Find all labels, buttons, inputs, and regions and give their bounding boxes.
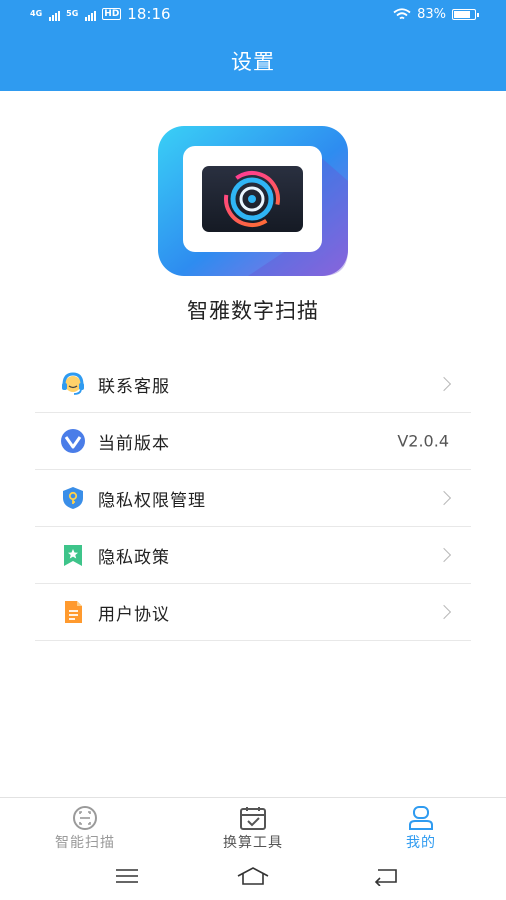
profile-icon: [409, 806, 433, 830]
version-icon: [60, 428, 86, 454]
tab-conversion-tool[interactable]: 换算工具: [193, 806, 313, 852]
wifi-icon: [393, 8, 411, 20]
menu-label: 用户协议: [98, 604, 170, 625]
document-icon: [60, 599, 86, 625]
menu-label: 当前版本: [98, 433, 170, 454]
version-value: V2.0.4: [397, 431, 449, 451]
privacy-shield-icon: [60, 485, 86, 511]
menu-item-version[interactable]: 当前版本 V2.0.4: [35, 413, 471, 470]
chevron-right-icon: [436, 604, 452, 620]
signal-icon: [49, 7, 61, 21]
page-title: 设置: [231, 50, 275, 74]
chevron-right-icon: [436, 490, 452, 506]
tab-mine[interactable]: 我的: [361, 806, 481, 852]
tab-label: 智能扫描: [55, 835, 115, 851]
chevron-right-icon: [436, 376, 452, 392]
tab-smart-scan[interactable]: 智能扫描: [25, 806, 145, 852]
home-icon[interactable]: [236, 866, 270, 886]
menu-label: 隐私权限管理: [98, 490, 206, 511]
network-5g-label: 5G: [66, 9, 79, 18]
menu-item-privacy-permissions[interactable]: 隐私权限管理: [35, 470, 471, 527]
battery-icon: [452, 9, 479, 20]
menu-item-privacy-policy[interactable]: 隐私政策: [35, 527, 471, 584]
settings-menu: 联系客服 当前版本 V2.0.4 隐私权限管理 隐私政策 用户协议: [35, 356, 471, 641]
battery-percent: 83%: [417, 7, 446, 22]
hd-badge: HD: [102, 8, 122, 20]
title-bar: 设置: [0, 32, 506, 91]
customer-service-icon: [60, 371, 86, 397]
chevron-right-icon: [436, 547, 452, 563]
menu-icon[interactable]: [114, 866, 140, 886]
network-4g-label: 4G: [30, 9, 43, 18]
menu-label: 联系客服: [98, 376, 170, 397]
menu-item-user-agreement[interactable]: 用户协议: [35, 584, 471, 641]
back-icon[interactable]: [372, 866, 400, 886]
system-nav-bar: [0, 855, 506, 900]
app-logo-icon: [158, 126, 348, 276]
menu-label: 隐私政策: [98, 547, 170, 568]
calendar-tool-icon: [240, 807, 266, 830]
smart-scan-icon: [73, 806, 97, 830]
policy-bookmark-icon: [60, 542, 86, 568]
tab-label: 我的: [406, 835, 436, 851]
menu-item-customer-service[interactable]: 联系客服: [35, 356, 471, 413]
app-name: 智雅数字扫描: [187, 299, 319, 323]
signal-icon: [85, 7, 97, 21]
bottom-tab-bar: 智能扫描 换算工具 我的: [0, 797, 506, 856]
clock: 18:16: [127, 5, 171, 23]
status-bar: 4G 5G HD 18:16 83%: [0, 0, 506, 32]
tab-label: 换算工具: [223, 835, 283, 851]
